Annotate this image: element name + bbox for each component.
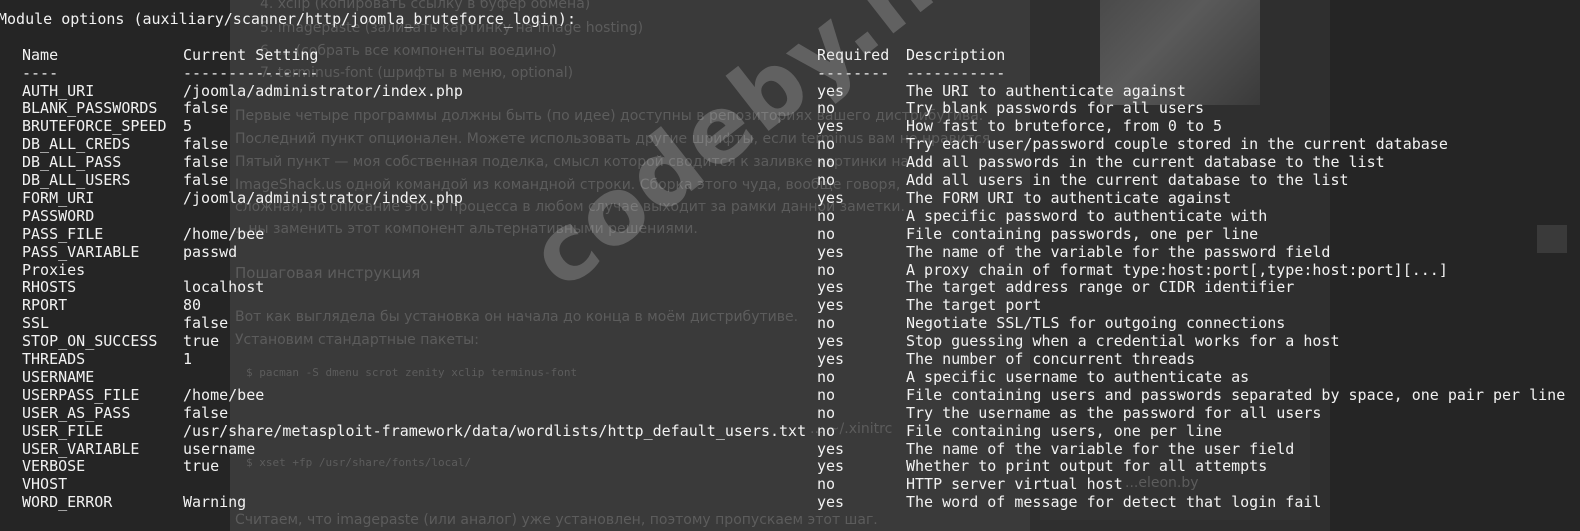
option-setting: localhost (183, 278, 265, 297)
option-description: File containing users, one per line (906, 421, 1223, 440)
option-required: no (817, 403, 836, 422)
option-required: yes (817, 332, 845, 351)
option-description: HTTP server virtual host (906, 475, 1123, 494)
option-required: yes (817, 296, 845, 315)
option-setting: /home/bee (183, 385, 265, 404)
option-name: USER_AS_PASS (22, 403, 131, 422)
option-setting: /joomla/administrator/index.php (183, 188, 463, 207)
option-name: USER_FILE (22, 421, 104, 440)
option-name: RPORT (22, 296, 68, 315)
option-required: yes (817, 350, 845, 368)
header-description: Description (906, 46, 1006, 64)
option-required: no (817, 475, 836, 494)
option-required: yes (817, 278, 845, 297)
option-description: Whether to print output for all attempts (906, 457, 1268, 476)
option-description: A specific username to authenticate as (906, 367, 1250, 386)
option-description: Stop guessing when a credential works fo… (906, 332, 1340, 351)
option-required: no (817, 385, 836, 404)
option-setting: 1 (183, 350, 193, 368)
option-name: BLANK_PASSWORDS (22, 99, 158, 118)
option-name: VHOST (22, 475, 68, 494)
option-name: THREADS (22, 350, 86, 368)
option-description: File containing users and passwords sepa… (906, 385, 1566, 404)
option-setting: false (183, 314, 229, 333)
option-required: yes (817, 439, 845, 458)
option-description: The target port (906, 296, 1042, 315)
option-setting: false (183, 99, 229, 118)
option-setting: true (183, 457, 220, 476)
option-setting: false (183, 403, 229, 422)
option-setting: /usr/share/metasploit-framework/data/wor… (183, 421, 807, 440)
header-name: Name (22, 46, 59, 64)
option-description: The URI to authenticate against (906, 81, 1186, 100)
option-setting: username (183, 439, 256, 458)
module-options-title: Module options (auxiliary/scanner/http/j… (0, 10, 576, 28)
separator-setting: --------------- (183, 64, 319, 82)
option-required: yes (817, 117, 845, 136)
option-description: Add all users in the current database to… (906, 171, 1349, 189)
option-required: yes (817, 457, 845, 476)
option-description: Try each user/password couple stored in … (906, 135, 1448, 154)
header-setting: Current Setting (183, 46, 319, 64)
option-name: VERBOSE (22, 457, 86, 476)
option-description: File containing passwords, one per line (906, 224, 1259, 243)
option-setting: true (183, 332, 220, 351)
option-name: PASSWORD (22, 206, 95, 225)
option-name: USERPASS_FILE (22, 385, 140, 404)
option-name: SSL (22, 314, 50, 333)
separator-description: ----------- (906, 64, 1006, 82)
option-description: The name of the variable for the passwor… (906, 242, 1331, 261)
option-name: BRUTEFORCE_SPEED (22, 117, 167, 136)
option-description: How fast to bruteforce, from 0 to 5 (906, 117, 1223, 136)
option-required: yes (817, 188, 845, 207)
option-setting: false (183, 135, 229, 154)
option-description: Add all passwords in the current databas… (906, 153, 1385, 172)
option-setting: /joomla/administrator/index.php (183, 81, 463, 100)
option-name: AUTH_URI (22, 81, 95, 100)
option-description: Negotiate SSL/TLS for outgoing connectio… (906, 314, 1286, 333)
option-name: USER_VARIABLE (22, 439, 140, 458)
option-description: The number of concurrent threads (906, 350, 1195, 368)
option-name: WORD_ERROR (22, 493, 113, 512)
option-required: no (817, 314, 836, 333)
option-name: RHOSTS (22, 278, 77, 297)
option-required: no (817, 171, 836, 189)
option-required: no (817, 367, 836, 386)
option-setting: 5 (183, 117, 193, 136)
option-name: USERNAME (22, 367, 95, 386)
option-name: DB_ALL_PASS (22, 153, 122, 172)
option-name: STOP_ON_SUCCESS (22, 332, 158, 351)
option-description: The FORM URI to authenticate against (906, 188, 1232, 207)
option-setting: false (183, 171, 229, 189)
option-name: PASS_FILE (22, 224, 104, 243)
option-setting: 80 (183, 296, 202, 315)
option-required: no (817, 260, 836, 279)
option-name: Proxies (22, 260, 86, 279)
separator-name: ---- (22, 64, 59, 82)
option-required: no (817, 153, 836, 172)
option-setting: Warning (183, 493, 247, 512)
option-required: yes (817, 242, 845, 261)
option-name: DB_ALL_USERS (22, 171, 131, 189)
option-setting: /home/bee (183, 224, 265, 243)
option-required: no (817, 224, 836, 243)
option-setting: passwd (183, 242, 238, 261)
table-separator: ---- --------------- -------- ----------… (0, 64, 1005, 83)
option-required: no (817, 206, 836, 225)
option-description: The target address range or CIDR identif… (906, 278, 1295, 297)
option-setting: false (183, 153, 229, 172)
option-description: A specific password to authenticate with (906, 206, 1268, 225)
option-required: yes (817, 493, 845, 512)
option-name: PASS_VARIABLE (22, 242, 140, 261)
option-required: no (817, 421, 836, 440)
option-description: The word of message for detect that logi… (906, 493, 1322, 512)
option-description: The name of the variable for the user fi… (906, 439, 1295, 458)
option-name: DB_ALL_CREDS (22, 135, 131, 154)
option-required: no (817, 135, 836, 154)
option-description: Try blank passwords for all users (906, 99, 1205, 118)
option-description: A proxy chain of format type:host:port[,… (906, 260, 1448, 279)
option-description: Try the username as the password for all… (906, 403, 1322, 422)
table-header: Name Current Setting Required Descriptio… (0, 46, 1005, 65)
option-name: FORM_URI (22, 188, 95, 207)
